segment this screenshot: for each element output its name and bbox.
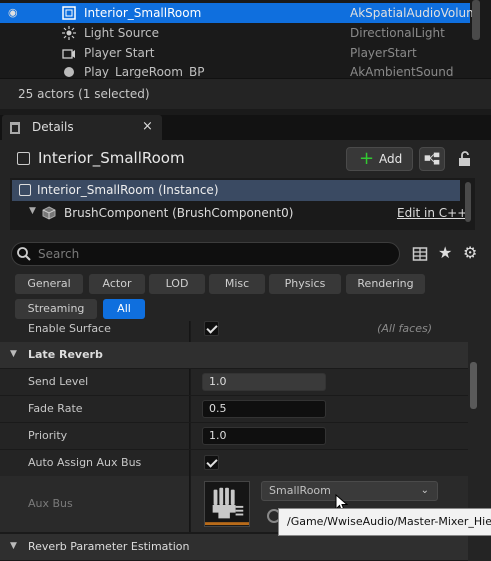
outliner-row-name: Player Start — [84, 46, 155, 60]
category-actor[interactable]: Actor — [89, 274, 145, 294]
property-label: Send Level — [28, 375, 89, 388]
sphere-icon — [64, 67, 74, 77]
outliner-row-type: AkSpatialAudioVolum — [350, 6, 478, 20]
outliner-footer: 25 actors (1 selected) — [0, 78, 491, 109]
add-button[interactable]: + Add — [346, 147, 413, 171]
component-row-brush[interactable]: ▼ BrushComponent (BrushComponent0) — [12, 203, 460, 224]
outliner-row-name: Light Source — [84, 26, 159, 40]
enable-surface-checkbox[interactable] — [204, 321, 219, 336]
property-row-priority: Priority 1.0 — [0, 423, 468, 449]
send-level-input[interactable]: 1.0 — [202, 373, 326, 391]
property-scrollbar[interactable] — [470, 362, 477, 409]
property-label: Priority — [28, 429, 68, 442]
edit-in-cpp-link[interactable]: Edit in C++ — [397, 206, 467, 220]
property-label: Auto Assign Aux Bus — [28, 456, 142, 469]
property-row-auto-assign-aux-bus: Auto Assign Aux Bus — [0, 450, 468, 476]
outliner-panel: ◉ Interior_SmallRoom AkSpatialAudioVolum… — [0, 0, 491, 115]
outliner-row-type: PlayerStart — [350, 46, 417, 60]
outliner-row[interactable]: Player Start PlayerStart — [0, 43, 470, 63]
actor-icon — [17, 152, 30, 165]
category-all[interactable]: All — [103, 299, 145, 319]
aux-bus-thumbnail[interactable] — [204, 481, 250, 527]
component-row-instance[interactable]: Interior_SmallRoom (Instance) — [12, 180, 460, 201]
component-label: BrushComponent (BrushComponent0) — [64, 206, 294, 220]
aux-bus-icon — [205, 487, 249, 526]
property-row-fade-rate: Fade Rate 0.5 — [0, 396, 468, 422]
category-physics[interactable]: Physics — [269, 274, 341, 294]
search-input[interactable] — [38, 244, 388, 264]
category-misc[interactable]: Misc — [209, 274, 265, 294]
enable-surface-value: (All faces) — [377, 322, 432, 335]
sun-icon — [62, 26, 76, 40]
chevron-down-icon: ⌄ — [420, 485, 429, 496]
close-icon[interactable]: × — [142, 119, 153, 134]
section-label: Reverb Parameter Estimation — [28, 540, 190, 553]
section-label: Late Reverb — [28, 348, 103, 361]
property-label: Enable Surface — [28, 322, 111, 335]
tab-details-label: Details — [32, 120, 74, 134]
property-label: Fade Rate — [28, 402, 83, 415]
box-icon — [62, 6, 76, 20]
category-general[interactable]: General — [15, 274, 83, 294]
aux-bus-value: SmallRoom — [269, 484, 331, 497]
add-button-label: Add — [379, 152, 403, 166]
outliner-row-type: DirectionalLight — [350, 26, 445, 40]
actor-icon — [19, 184, 31, 196]
tab-details[interactable]: Details × — [2, 115, 162, 140]
property-row-enable-surface: Enable Surface (All faces) — [0, 321, 468, 342]
blueprint-button[interactable] — [419, 147, 445, 171]
property-label: Aux Bus — [28, 497, 73, 510]
tooltip: /Game/WwiseAudio/Master-Mixer_Hie — [278, 508, 491, 536]
collapse-arrow-icon: ▼ — [10, 541, 17, 551]
priority-input[interactable]: 1.0 — [202, 427, 326, 445]
tab-bar: Details × — [0, 115, 491, 140]
eye-icon[interactable]: ◉ — [8, 3, 24, 23]
auto-assign-checkbox[interactable] — [204, 455, 219, 470]
actors-count: 25 actors (1 selected) — [18, 87, 150, 101]
collapse-arrow-icon: ▼ — [10, 349, 17, 359]
plus-icon: + — [359, 148, 375, 169]
player-start-icon — [62, 49, 75, 59]
property-row-send-level: Send Level 1.0 — [0, 369, 468, 395]
aux-bus-combo[interactable]: SmallRoom ⌄ — [261, 481, 438, 501]
outliner-scrollbar[interactable] — [472, 0, 480, 40]
outliner-row-name: Interior_SmallRoom — [84, 6, 202, 20]
section-late-reverb[interactable]: ▼ Late Reverb — [0, 342, 468, 368]
category-streaming[interactable]: Streaming — [15, 299, 97, 319]
outliner-row[interactable]: ◉ Interior_SmallRoom AkSpatialAudioVolum — [0, 3, 478, 23]
category-rendering[interactable]: Rendering — [346, 274, 425, 294]
lock-icon[interactable] — [455, 149, 475, 169]
search-icon — [17, 247, 31, 261]
fade-rate-input[interactable]: 0.5 — [202, 400, 326, 418]
actor-title: Interior_SmallRoom — [38, 149, 185, 167]
cube-icon — [42, 206, 56, 220]
settings-icon[interactable]: ⚙ — [463, 244, 481, 262]
component-label: Interior_SmallRoom (Instance) — [37, 183, 219, 197]
category-lod[interactable]: LOD — [149, 274, 205, 294]
component-tree-scrollbar[interactable] — [465, 182, 471, 222]
hierarchy-icon — [424, 152, 440, 165]
section-reverb-parameter-estimation[interactable]: ▼ Reverb Parameter Estimation — [0, 534, 468, 560]
star-icon[interactable]: ★ — [438, 244, 456, 262]
expand-arrow-icon[interactable]: ▼ — [29, 206, 36, 216]
details-icon — [10, 122, 20, 134]
outliner-row[interactable]: Light Source DirectionalLight — [0, 23, 470, 43]
table-icon[interactable] — [412, 246, 428, 262]
